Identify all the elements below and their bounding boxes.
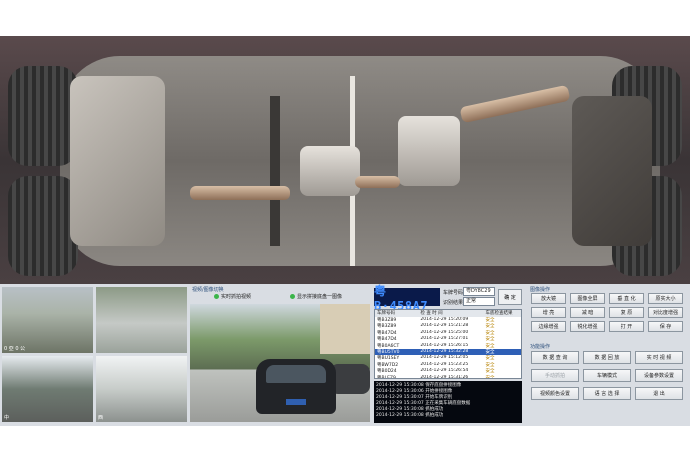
catalytic-converter bbox=[300, 146, 360, 196]
plate-number-field[interactable]: 粤DY8C29 bbox=[463, 287, 495, 296]
image-op-button[interactable]: 图像全屏 bbox=[570, 293, 605, 304]
plate-display: 粤B·458A7 bbox=[374, 284, 440, 313]
rear-left-tire bbox=[8, 176, 78, 276]
building bbox=[320, 304, 370, 354]
license-plate bbox=[286, 399, 306, 405]
recognition-state-label: 识别结果 bbox=[443, 300, 464, 306]
recognition-state-select[interactable]: 正常 bbox=[463, 297, 495, 306]
function-button[interactable]: 退 出 bbox=[635, 387, 683, 400]
table-body: 粤B3Z89 2014-12-29 15:20:09 安全 粤B3Z89 2014-12… bbox=[375, 317, 521, 379]
radio-dot-icon bbox=[290, 294, 295, 299]
image-op-button[interactable]: 垂 直 化 bbox=[609, 293, 644, 304]
table-header: 车牌号码 检 查 时 间 车底检查结果 bbox=[375, 310, 521, 317]
function-button[interactable]: 车辆模式 bbox=[583, 369, 631, 382]
image-op-button[interactable]: 复 原 bbox=[609, 307, 644, 318]
image-op-button[interactable]: 减 暗 bbox=[570, 307, 605, 318]
image-op-button[interactable]: 锐化增强 bbox=[570, 321, 605, 332]
function-button[interactable]: 数 据 查 询 bbox=[531, 351, 579, 364]
undercarriage-image[interactable] bbox=[0, 36, 690, 284]
column-header[interactable]: 检 查 时 间 bbox=[420, 310, 485, 317]
stitched-image-option[interactable]: 显示拼接底盘一图像 bbox=[290, 293, 342, 300]
table-cell: 粤BLEZ9 bbox=[377, 375, 396, 379]
front-left-tire bbox=[8, 66, 78, 166]
function-button[interactable]: 语 言 选 择 bbox=[583, 387, 631, 400]
vehicle bbox=[256, 359, 336, 414]
radio-dot-icon bbox=[214, 294, 219, 299]
image-op-button[interactable]: 打 开 bbox=[609, 321, 644, 332]
realtime-video-option[interactable]: 实时抓拍视频 bbox=[214, 293, 251, 300]
engine-shield bbox=[70, 76, 165, 246]
camera-view-1[interactable]: 0 亞 0 公 bbox=[2, 287, 93, 353]
fuel-tank bbox=[572, 96, 652, 246]
function-button[interactable]: 手动抓拍 bbox=[531, 369, 579, 382]
realtime-video-label: 实时抓拍视频 bbox=[221, 294, 252, 300]
crossmember bbox=[270, 96, 280, 246]
exhaust-pipe-front bbox=[190, 186, 290, 200]
confirm-button[interactable]: 确 定 bbox=[498, 289, 522, 305]
image-op-button[interactable]: 对比度增强 bbox=[648, 307, 683, 318]
log-line: 2014-12-29 15:30:08 抓拍成功 bbox=[376, 413, 444, 418]
function-button[interactable]: 实 时 视 频 bbox=[635, 351, 683, 364]
table-cell: 2014-12-29 15:31:26 bbox=[420, 374, 469, 379]
image-op-button[interactable]: 原实大小 bbox=[648, 293, 683, 304]
camera-view-2[interactable] bbox=[96, 287, 187, 353]
column-header[interactable]: 车底检查结果 bbox=[485, 310, 521, 317]
function-button[interactable]: 设备参数设置 bbox=[635, 369, 683, 382]
column-header[interactable]: 车牌号码 bbox=[375, 310, 420, 317]
camera-view-3[interactable]: 中 bbox=[2, 356, 93, 422]
function-button[interactable]: 数 据 回 放 bbox=[583, 351, 631, 364]
camera-stamp: 0 亞 0 公 bbox=[4, 346, 26, 352]
plate-number-label: 车牌号码 bbox=[443, 290, 464, 296]
muffler bbox=[398, 116, 460, 186]
camera-stamp: 西 bbox=[98, 415, 104, 421]
background-car bbox=[330, 364, 370, 394]
camera-view-4[interactable]: 西 bbox=[96, 356, 187, 422]
exhaust-pipe-mid bbox=[355, 176, 400, 188]
image-op-button[interactable]: 保 存 bbox=[648, 321, 683, 332]
function-button[interactable]: 视频颜色设置 bbox=[531, 387, 579, 400]
event-log: 2014-12-29 15:30:08 保存底盘拼接图像 2014-12-29 1… bbox=[374, 381, 522, 423]
windshield bbox=[266, 365, 326, 383]
func-ops-title: 功能操作 bbox=[530, 344, 551, 350]
image-ops-title: 图像操作 bbox=[530, 287, 551, 293]
table-cell: 安全 bbox=[485, 375, 495, 379]
main-camera-view[interactable] bbox=[190, 304, 370, 422]
video-switch-title: 视频/图像切换 bbox=[192, 287, 224, 293]
record-table[interactable]: 车牌号码 检 查 时 间 车底检查结果 粤B3Z89 2014-12-29 15:… bbox=[374, 309, 522, 379]
stitched-image-label: 显示拼接底盘一图像 bbox=[297, 294, 343, 300]
image-op-button[interactable]: 边缘增强 bbox=[531, 321, 566, 332]
camera-stamp: 中 bbox=[4, 415, 10, 421]
image-op-button[interactable]: 增 亮 bbox=[531, 307, 566, 318]
table-row[interactable]: 粤BLEZ9 2014-12-29 15:31:26 安全 bbox=[375, 374, 521, 379]
image-op-button[interactable]: 放大镜 bbox=[531, 293, 566, 304]
